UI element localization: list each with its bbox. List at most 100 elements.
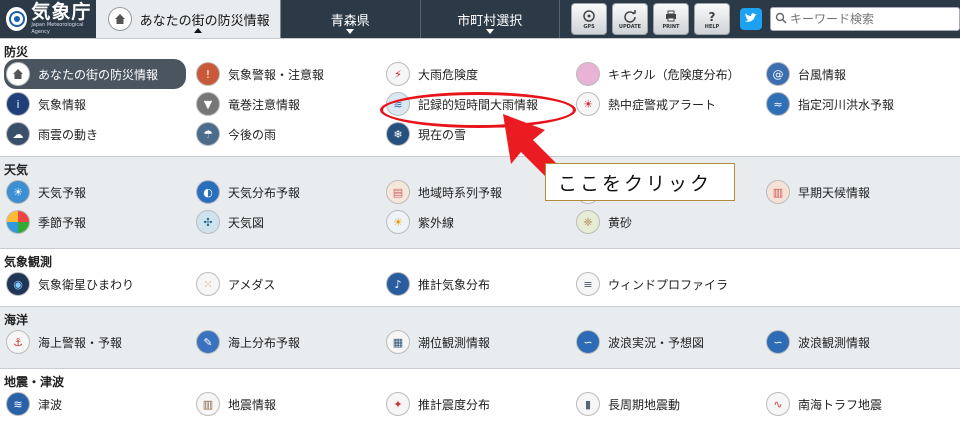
gps-icon <box>580 8 598 24</box>
update-button[interactable]: UPDATE <box>612 3 648 35</box>
section-ocean: 海洋 ⚓ 海上警報・予報 ✎ 海上分布予報 ▦ 潮位観測情報 ∽ 波浪実況・予想… <box>0 306 960 368</box>
print-button[interactable]: PRINT <box>653 3 689 35</box>
menu-item-nankai-trough[interactable]: ∿ 南海トラフ地震 <box>764 389 954 419</box>
menu-item-early-weather[interactable]: ▥ 早期天候情報 <box>764 177 954 207</box>
menu-item-satellite[interactable]: ◉ 気象衛星ひまわり <box>4 269 194 299</box>
menu-item-label: 潮位観測情報 <box>418 335 491 350</box>
twitter-icon <box>744 12 758 27</box>
intensity-distribution-icon: ✦ <box>386 392 410 416</box>
twitter-button[interactable] <box>740 8 762 30</box>
menu-item-label: 雨雲の動き <box>38 127 99 142</box>
menu-item-label: 大雨危険度 <box>418 67 479 82</box>
menu-item-local-disaster[interactable]: あなたの街の防災情報 <box>4 59 186 89</box>
jma-logo-icon <box>6 7 28 31</box>
header-bar: 気象庁 Japan Meteorological Agency あなたの街の防災… <box>0 0 960 38</box>
tab-local-disaster-info[interactable]: あなたの街の防災情報 <box>95 0 282 38</box>
logo-name: 気象庁 <box>31 1 92 23</box>
menu-item-label: アメダス <box>228 277 276 292</box>
menu-item-uv[interactable]: ☀ 紫外線 <box>384 207 574 237</box>
menu-item-river-flood[interactable]: ≈ 指定河川洪水予報 <box>764 89 954 119</box>
tab-municipality-select[interactable]: 市町村選択 <box>421 0 560 38</box>
search-input[interactable] <box>790 12 950 26</box>
menu-item-label: 天気予報 <box>38 185 87 200</box>
menu-item-marine-distribution[interactable]: ✎ 海上分布予報 <box>194 327 384 357</box>
tsunami-icon: ≋ <box>6 392 30 416</box>
estimated-weather-icon: ♪ <box>386 272 410 296</box>
tab-municipality-label: 市町村選択 <box>457 13 523 29</box>
marine-warning-icon: ⚓ <box>6 330 30 354</box>
menu-item-heavy-rain-risk[interactable]: ⚡ 大雨危険度 <box>384 59 574 89</box>
typhoon-icon: @ <box>766 62 790 86</box>
menu-item-long-period[interactable]: ▮ 長周期地震動 <box>574 389 764 419</box>
tide-icon: ▦ <box>386 330 410 354</box>
caret-up-icon <box>193 28 202 33</box>
section-title: 防災 <box>4 45 29 59</box>
early-weather-icon: ▥ <box>766 180 790 204</box>
menu-item-wind-profiler[interactable]: ≡ ウィンドプロファイラ <box>574 269 764 299</box>
uv-icon: ☀ <box>386 210 410 234</box>
tab-prefecture[interactable]: 青森県 <box>281 0 421 38</box>
weather-map-icon: ✣ <box>196 210 220 234</box>
record-rain-icon: ≋ <box>386 92 410 116</box>
menu-item-yellow-sand[interactable]: ❈ 黄砂 <box>574 207 764 237</box>
section-observation: 気象観測 ◉ 気象衛星ひまわり ⁙ アメダス ♪ 推計気象分布 ≡ ウィンドプロ… <box>0 248 960 306</box>
menu-item-label: 季節予報 <box>38 215 87 230</box>
menu-item-label: 地震情報 <box>228 397 277 412</box>
menu-item-weather-forecast[interactable]: ☀ 天気予報 <box>4 177 194 207</box>
future-rain-icon: ☂ <box>196 122 220 146</box>
section-weather: 天気 ☀ 天気予報 ◐ 天気分布予報 ▤ 地域時系列予報 ▥ 早期天候情報 季節… <box>0 156 960 248</box>
menu-item-label: 波浪実況・予想図 <box>608 335 705 350</box>
menu-item-label: 波浪観測情報 <box>798 335 871 350</box>
help-button[interactable]: ? HELP <box>694 3 730 35</box>
menu-item-label: ウィンドプロファイラ <box>608 277 729 292</box>
menu-item-amedas[interactable]: ⁙ アメダス <box>194 269 384 299</box>
menu-item-label: あなたの街の防災情報 <box>38 67 159 82</box>
menu-item-label: キキクル（危険度分布） <box>608 67 740 82</box>
heavy-rain-risk-icon: ⚡ <box>386 62 410 86</box>
weather-forecast-icon: ☀ <box>6 180 30 204</box>
menu-item-label: 津波 <box>38 397 63 412</box>
section-title: 気象観測 <box>4 255 53 269</box>
menu-item-weather-map[interactable]: ✣ 天気図 <box>194 207 384 237</box>
menu-item-label: 竜巻注意情報 <box>228 97 301 112</box>
menu-item-tornado[interactable]: ▼ 竜巻注意情報 <box>194 89 384 119</box>
marine-distribution-icon: ✎ <box>196 330 220 354</box>
menu-item-marine-warning[interactable]: ⚓ 海上警報・予報 <box>4 327 194 357</box>
yellow-sand-icon: ❈ <box>576 210 600 234</box>
menu-item-wave-observation[interactable]: ∽ 波浪観測情報 <box>764 327 954 357</box>
seasonal-forecast-icon <box>6 210 30 234</box>
menu-item-weather-distribution[interactable]: ◐ 天気分布予報 <box>194 177 384 207</box>
menu-item-seasonal-forecast[interactable]: 季節予報 <box>4 207 194 237</box>
section-title: 地震・津波 <box>4 375 65 389</box>
menu-item-label: 台風情報 <box>798 67 847 82</box>
menu-item-label: 長周期地震動 <box>608 397 681 412</box>
menu-item-earthquake[interactable]: ▥ 地震情報 <box>194 389 384 419</box>
menu-item-label: 天気分布予報 <box>228 185 301 200</box>
menu-item-wave-chart[interactable]: ∽ 波浪実況・予想図 <box>574 327 764 357</box>
menu-item-label: 指定河川洪水予報 <box>798 97 895 112</box>
menu-item-intensity-distribution[interactable]: ✦ 推計震度分布 <box>384 389 574 419</box>
menu-item-weather-info[interactable]: i 気象情報 <box>4 89 194 119</box>
menu-item-future-rain[interactable]: ☂ 今後の雨 <box>194 119 384 149</box>
menu-item-label: 海上警報・予報 <box>38 335 123 350</box>
section-disaster: 防災 あなたの街の防災情報 ! 気象警報・注意報 ⚡ 大雨危険度 キキクル（危険… <box>0 38 960 156</box>
menu-item-label: 気象警報・注意報 <box>228 67 325 82</box>
menu-item-tsunami[interactable]: ≋ 津波 <box>4 389 194 419</box>
menu-item-tide[interactable]: ▦ 潮位観測情報 <box>384 327 574 357</box>
menu-item-weather-warning[interactable]: ! 気象警報・注意報 <box>194 59 384 89</box>
tab-local-label: あなたの街の防災情報 <box>139 13 270 29</box>
menu-item-label: 紫外線 <box>418 215 455 230</box>
section-earthquake-tsunami: 地震・津波 ≋ 津波 ▥ 地震情報 ✦ 推計震度分布 ▮ 長周期地震動 ∿ 南海… <box>0 368 960 434</box>
menu-item-rain-cloud[interactable]: ☁ 雨雲の動き <box>4 119 194 149</box>
menu-item-kikikuru[interactable]: キキクル（危険度分布） <box>574 59 764 89</box>
gps-label: GPS <box>583 24 595 30</box>
jma-logo[interactable]: 気象庁 Japan Meteorological Agency <box>0 0 96 38</box>
help-icon: ? <box>703 8 721 24</box>
menu-item-typhoon[interactable]: @ 台風情報 <box>764 59 954 89</box>
search-box[interactable] <box>770 7 960 31</box>
print-label: PRINT <box>662 24 680 30</box>
menu-item-heatstroke[interactable]: ☀ 熱中症警戒アラート <box>574 89 764 119</box>
gps-button[interactable]: GPS <box>571 3 607 35</box>
menu-item-estimated-weather[interactable]: ♪ 推計気象分布 <box>384 269 574 299</box>
menu-item-label: 推計震度分布 <box>418 397 491 412</box>
